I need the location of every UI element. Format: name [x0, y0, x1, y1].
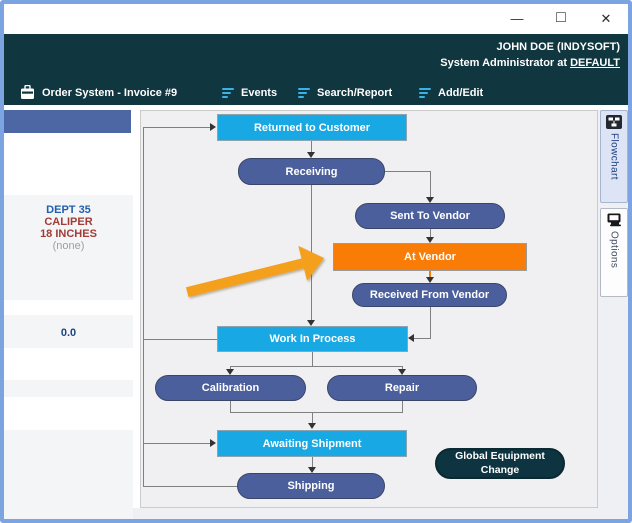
sidebar-value-row: 0.0	[4, 315, 133, 348]
node-returned-to-customer[interactable]: Returned to Customer	[217, 114, 407, 141]
tab-options-label: Options	[609, 231, 620, 268]
menu-bar: Order System - Invoice #9 Events Search/…	[4, 80, 628, 105]
connector-receiving-to-sent-v	[430, 171, 431, 197]
tab-flowchart-label: Flowchart	[609, 133, 620, 180]
menu-add-edit-label: Add/Edit	[438, 87, 483, 99]
menu-order-system[interactable]: Order System - Invoice #9	[20, 80, 177, 105]
connector-returned-to-receiving	[311, 141, 312, 152]
node-awaiting-shipment[interactable]: Awaiting Shipment	[217, 430, 407, 457]
node-sent-to-vendor[interactable]: Sent To Vendor	[355, 203, 505, 229]
minimize-button[interactable]: —	[501, 6, 533, 31]
menu-order-system-label: Order System - Invoice #9	[42, 87, 177, 99]
tri-bars-icon	[419, 88, 431, 98]
menu-search-report[interactable]: Search/Report	[298, 80, 392, 105]
connector-wip-to-trunk	[143, 339, 217, 340]
connector-trunk-to-returned	[143, 127, 211, 128]
role-line: System Administrator at DEFAULT	[440, 57, 620, 69]
menu-search-report-label: Search/Report	[317, 87, 392, 99]
sidebar-header-bar[interactable]	[4, 110, 131, 133]
sidebar-extra: (none)	[4, 240, 133, 252]
connector-merge-down	[312, 412, 313, 423]
node-received-from-vendor[interactable]: Received From Vendor	[352, 283, 507, 307]
arrowhead-into-returned	[210, 123, 216, 131]
connector-received-to-wip-v	[430, 307, 431, 339]
default-site-link[interactable]: DEFAULT	[570, 57, 620, 69]
connector-sent-to-atvendor	[430, 229, 431, 237]
node-work-in-process[interactable]: Work In Process	[217, 326, 408, 352]
sidebar-value: 0.0	[61, 327, 76, 339]
node-calibration[interactable]: Calibration	[155, 375, 306, 401]
arrowhead-into-awaiting-left	[210, 439, 216, 447]
title-bar	[4, 4, 628, 34]
connector-trunk-to-awaiting	[143, 443, 211, 444]
role-prefix: System Administrator at	[440, 57, 570, 69]
tri-bars-icon	[222, 88, 234, 98]
bag-icon	[20, 85, 35, 100]
sidebar-divider-band	[4, 380, 133, 397]
menu-events[interactable]: Events	[222, 80, 277, 105]
connector-awaiting-to-shipping	[312, 457, 313, 467]
node-receiving[interactable]: Receiving	[238, 158, 385, 185]
connector-wip-down	[312, 352, 313, 366]
connector-receiving-to-sent-h	[385, 171, 431, 172]
arrowhead-into-wip-right	[408, 334, 414, 342]
sidebar-size: 18 INCHES	[4, 228, 133, 240]
connector-left-trunk	[143, 127, 144, 487]
logged-in-user: JOHN DOE (INDYSOFT)	[497, 41, 620, 53]
sidebar-equipment-type: CALIPER	[4, 216, 133, 228]
arrowhead-into-awaiting-top	[308, 423, 316, 429]
connector-wip-split	[230, 366, 403, 367]
node-shipping[interactable]: Shipping	[237, 473, 385, 499]
sidebar-equipment-panel: DEPT 35 CALIPER 18 INCHES (none)	[4, 195, 133, 300]
computer-icon	[606, 213, 622, 227]
connector-merge	[230, 412, 403, 413]
connector-shipping-to-trunk	[143, 486, 245, 487]
node-repair[interactable]: Repair	[327, 375, 477, 401]
app-header: JOHN DOE (INDYSOFT) System Administrator…	[4, 34, 628, 80]
sidebar-dept: DEPT 35	[4, 204, 133, 216]
node-at-vendor[interactable]: At Vendor	[333, 243, 527, 271]
tab-options[interactable]: Options	[600, 208, 628, 297]
connector-received-to-wip-h	[414, 338, 431, 339]
maximize-button[interactable]: □	[545, 6, 577, 31]
sidebar-bottom-band	[4, 430, 133, 519]
tri-bars-icon	[298, 88, 310, 98]
tab-flowchart[interactable]: Flowchart	[600, 110, 628, 203]
close-button[interactable]: ✕	[590, 6, 622, 31]
menu-add-edit[interactable]: Add/Edit	[419, 80, 483, 105]
menu-events-label: Events	[241, 87, 277, 99]
global-equipment-change-button[interactable]: Global Equipment Change	[435, 448, 565, 479]
flowchart-icon	[606, 115, 622, 129]
